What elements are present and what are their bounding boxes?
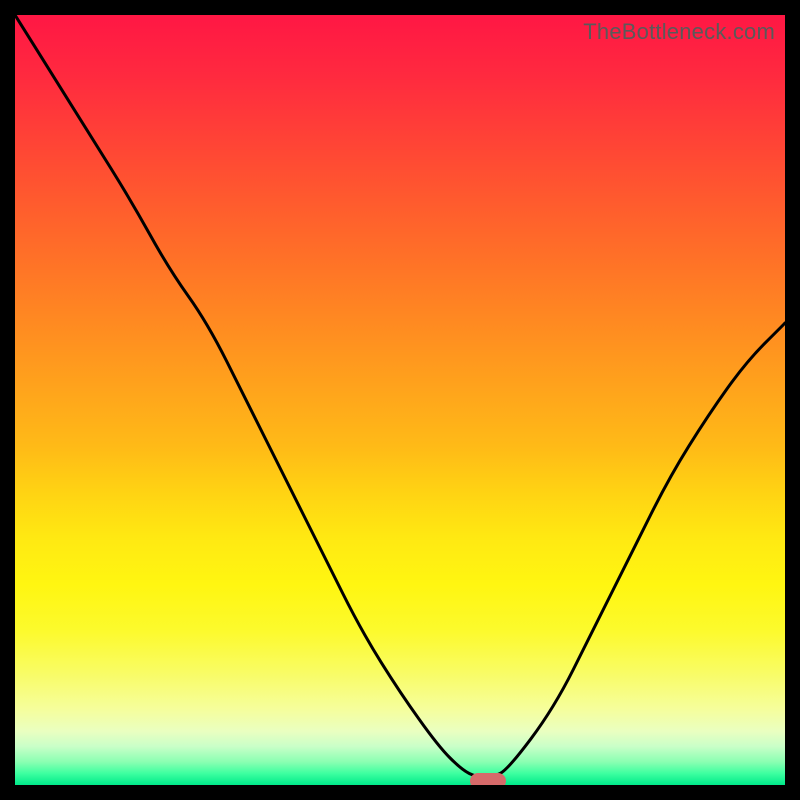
chart-frame: TheBottleneck.com bbox=[0, 0, 800, 800]
plot-area: TheBottleneck.com bbox=[15, 15, 785, 785]
optimal-point-marker bbox=[470, 773, 506, 785]
watermark-text: TheBottleneck.com bbox=[583, 19, 775, 45]
bottleneck-curve bbox=[15, 15, 785, 785]
